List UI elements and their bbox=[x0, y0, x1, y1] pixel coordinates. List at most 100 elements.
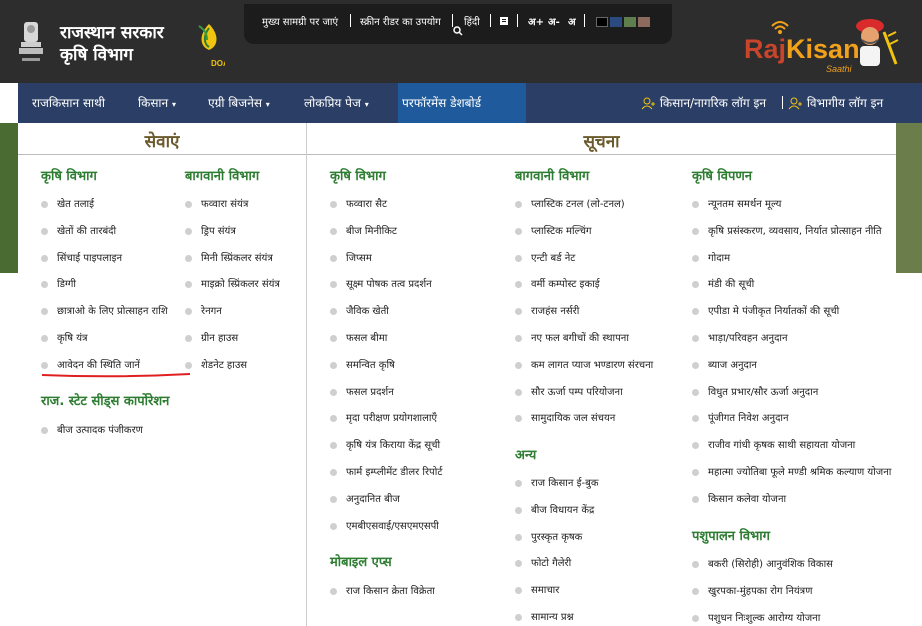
menu-link[interactable]: सामान्य प्रश्न bbox=[515, 610, 574, 626]
brand-kisan: Kisan bbox=[786, 34, 860, 64]
menu-link[interactable]: आवेदन की स्थिति जानें bbox=[41, 358, 140, 374]
menu-link[interactable]: बीज विधायन केंद्र bbox=[515, 503, 594, 519]
menu-link[interactable]: फसल प्रदर्शन bbox=[330, 385, 394, 401]
farmer-login-link[interactable]: किसान/नागरिक लॉग इन bbox=[641, 83, 766, 123]
menu-link[interactable]: खुरपका-मुंहपका रोग नियंत्रण bbox=[692, 584, 812, 600]
menu-link[interactable]: जिप्सम bbox=[330, 251, 372, 267]
search-icon[interactable] bbox=[453, 26, 463, 36]
caret-down-icon: ▾ bbox=[265, 100, 270, 109]
menu-link[interactable]: ब्याज अनुदान bbox=[692, 358, 757, 374]
theme-brown-swatch[interactable] bbox=[638, 17, 650, 27]
menu-link[interactable]: छात्राओ के लिए प्रोत्साहन राशि bbox=[41, 304, 168, 320]
menu-link[interactable]: विधुत प्रभार/सौर ऊर्जा अनुदान bbox=[692, 385, 818, 401]
mega-menu: सेवाएं सूचना कृषि विभाग बागवानी विभाग रा… bbox=[18, 123, 896, 626]
menu-link[interactable]: फसल बीमा bbox=[330, 331, 387, 347]
menu-link[interactable]: मृदा परीक्षण प्रयोगशालाएँ bbox=[330, 411, 437, 427]
menu-link[interactable]: ड्रिप संयंत्र bbox=[185, 224, 236, 240]
font-normal[interactable]: अ bbox=[568, 14, 576, 28]
screen-reader-link[interactable]: स्क्रीन रीडर का उपयोग bbox=[360, 14, 441, 28]
nav-item-rajkisan-saathi[interactable]: राजकिसान साथी bbox=[32, 83, 105, 123]
menu-link[interactable]: फव्वारा संयंत्र bbox=[185, 197, 248, 213]
services-krishi-heading: कृषि विभाग bbox=[41, 169, 97, 184]
menu-link[interactable]: कृषि यंत्र bbox=[41, 331, 88, 347]
theme-black-swatch[interactable] bbox=[596, 17, 608, 27]
menu-link[interactable]: राज किसान क्रेता विक्रेता bbox=[330, 584, 435, 600]
menu-link[interactable]: सामुदायिक जल संचयन bbox=[515, 411, 615, 427]
info-mobile-heading: मोबाइल एप्स bbox=[330, 555, 392, 570]
language-toggle[interactable]: हिंदी bbox=[464, 14, 480, 28]
menu-link[interactable]: खेत तलाई bbox=[41, 197, 94, 213]
column-divider bbox=[306, 123, 307, 626]
menu-link[interactable]: सूक्ष्म पोषक तत्व प्रदर्शन bbox=[330, 277, 432, 293]
menu-link[interactable]: पुरस्कृत कृषक bbox=[515, 530, 582, 546]
menu-link[interactable]: पशुधन निःशुल्क आरोग्य योजना bbox=[692, 611, 820, 626]
menu-link[interactable]: शेडनेट हाउस bbox=[185, 358, 247, 374]
menu-link[interactable]: डिग्गी bbox=[41, 277, 76, 293]
menu-link[interactable]: बकरी (सिरोही) आनुवंशिक विकास bbox=[692, 557, 833, 573]
menu-link[interactable]: सौर ऊर्जा पम्प परियोजना bbox=[515, 385, 623, 401]
theme-green-swatch[interactable] bbox=[624, 17, 636, 27]
user-login-icon bbox=[641, 97, 655, 110]
caret-down-icon: ▾ bbox=[364, 100, 369, 109]
skip-to-main-link[interactable]: मुख्य सामग्री पर जाएं bbox=[262, 14, 338, 28]
menu-link[interactable]: महात्मा ज्योतिबा फूले मण्डी श्रमिक कल्या… bbox=[692, 465, 891, 481]
menu-link[interactable]: कृषि यंत्र किराया केंद्र सूची bbox=[330, 438, 440, 454]
menu-link[interactable]: पूंजीगत निवेश अनुदान bbox=[692, 411, 789, 427]
user-login-icon bbox=[788, 97, 802, 110]
nav-item-performance-dashboard[interactable]: परफॉरमेंस डेशबोर्ड bbox=[402, 83, 481, 123]
info-anya-heading: अन्य bbox=[515, 448, 537, 463]
font-increase[interactable]: अ+ bbox=[528, 14, 544, 28]
doa-label: DOA bbox=[211, 59, 225, 68]
menu-link[interactable]: फार्म इम्प्लीमेंट डीलर रिपोर्ट bbox=[330, 465, 442, 481]
menu-link[interactable]: गोदाम bbox=[692, 251, 730, 267]
menu-link[interactable]: प्लास्टिक मल्चिंग bbox=[515, 224, 592, 240]
menu-link[interactable]: किसान कलेवा योजना bbox=[692, 492, 786, 508]
rajkisan-logo[interactable]: RajKisan Saathi bbox=[740, 14, 900, 80]
site-title[interactable]: राजस्थान सरकार कृषि विभाग bbox=[60, 22, 164, 66]
menu-link[interactable]: राजहंस नर्सरी bbox=[515, 304, 579, 320]
menu-link[interactable]: मिनी स्प्रिंकलर संयंत्र bbox=[185, 251, 273, 267]
menu-link[interactable]: कम लागत प्याज भण्डारण संरचना bbox=[515, 358, 653, 374]
menu-link[interactable]: समाचार bbox=[515, 583, 559, 599]
theme-blue-swatch[interactable] bbox=[610, 17, 622, 27]
menu-link[interactable]: समन्वित कृषि bbox=[330, 358, 395, 374]
menu-link[interactable]: ग्रीन हाउस bbox=[185, 331, 238, 347]
font-decrease[interactable]: अ- bbox=[548, 14, 560, 28]
divider bbox=[782, 96, 783, 109]
site-title-line1: राजस्थान सरकार bbox=[60, 23, 164, 43]
menu-link[interactable]: राजीव गांधी कृषक साथी सहायता योजना bbox=[692, 438, 855, 454]
menu-link[interactable]: एन्टी बर्ड नेट bbox=[515, 251, 575, 267]
menu-link[interactable]: एपीडा मे पंजीकृत निर्यातकों की सूची bbox=[692, 304, 839, 320]
nav-item-kisan[interactable]: किसान ▾ bbox=[138, 83, 176, 123]
menu-link[interactable]: अनुदानित बीज bbox=[330, 492, 400, 508]
menu-link[interactable]: मंडी की सूची bbox=[692, 277, 754, 293]
menu-link[interactable]: एमबीएसवाई/एसएमएसपी bbox=[330, 519, 439, 535]
sitemap-icon[interactable] bbox=[499, 16, 509, 26]
department-login-link[interactable]: विभागीय लॉग इन bbox=[788, 83, 883, 123]
menu-link[interactable]: भाड़ा/परिवहन अनुदान bbox=[692, 331, 788, 347]
menu-link[interactable]: नए फल बगीचों की स्थापना bbox=[515, 331, 629, 347]
menu-link[interactable]: फव्वारा सैट bbox=[330, 197, 387, 213]
nav-item-agri-business[interactable]: एग्री बिजनेस ▾ bbox=[208, 83, 270, 123]
nav-item-popular-pages[interactable]: लोकप्रिय पेज ▾ bbox=[304, 83, 369, 123]
top-header: राजस्थान सरकार कृषि विभाग DOA मुख्य सामग… bbox=[0, 0, 922, 83]
menu-link[interactable]: राज किसान ई-बुक bbox=[515, 476, 599, 492]
menu-link[interactable]: कृषि प्रसंस्करण, व्यवसाय, निर्यात प्रोत्… bbox=[692, 224, 882, 240]
state-emblem-icon bbox=[19, 22, 43, 61]
nav-label: लोकप्रिय पेज bbox=[304, 96, 361, 110]
menu-link[interactable]: माइक्रो स्प्रिंकलर संयंत्र bbox=[185, 277, 280, 293]
menu-link[interactable]: बीज उत्पादक पंजीकरण bbox=[41, 423, 143, 439]
menu-link[interactable]: खेतों की तारबंदी bbox=[41, 224, 116, 240]
menu-link[interactable]: न्यूनतम समर्थन मूल्य bbox=[692, 197, 781, 213]
menu-link[interactable]: जैविक खेती bbox=[330, 304, 389, 320]
menu-link[interactable]: वर्मी कम्पोस्ट इकाई bbox=[515, 277, 600, 293]
menu-link[interactable]: सिंचाई पाइपलाइन bbox=[41, 251, 122, 267]
info-pashupalan-heading: पशुपालन विभाग bbox=[692, 529, 770, 544]
menu-link[interactable]: बीज मिनीकिट bbox=[330, 224, 397, 240]
menu-link[interactable]: प्लास्टिक टनल (लो-टनल) bbox=[515, 197, 625, 213]
menu-link[interactable]: रेनगन bbox=[185, 304, 222, 320]
nav-label: किसान bbox=[138, 96, 169, 110]
menu-link[interactable]: फोटो गैलेरी bbox=[515, 556, 571, 572]
department-login-label: विभागीय लॉग इन bbox=[806, 96, 884, 110]
doa-logo-icon: DOA bbox=[198, 24, 225, 68]
